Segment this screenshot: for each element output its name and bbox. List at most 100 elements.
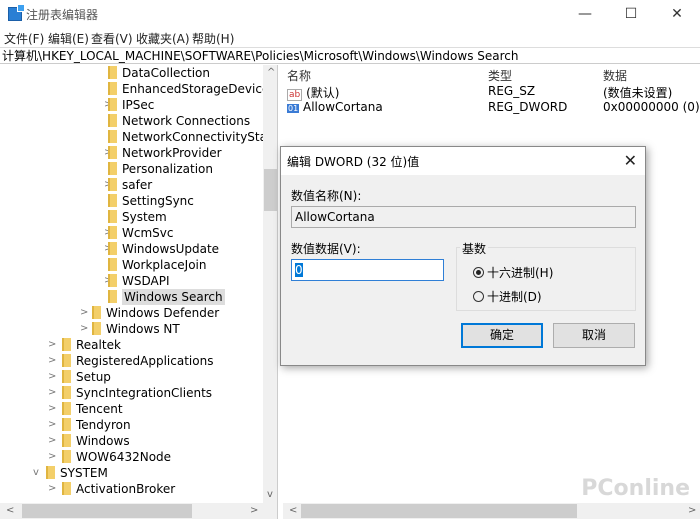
radio-hex[interactable]: 十六进制(H)	[473, 264, 553, 281]
folder-icon	[108, 194, 117, 207]
scroll-right-icon[interactable]: >	[250, 505, 258, 516]
tree-item[interactable]: System	[0, 209, 263, 225]
menu-file[interactable]: 文件(F)	[4, 30, 44, 47]
tree-item[interactable]: EnhancedStorageDevices	[0, 81, 276, 97]
menu-favorites[interactable]: 收藏夹(A)	[136, 30, 190, 47]
column-header-name[interactable]: 名称	[287, 67, 311, 84]
tree-item-label: WOW6432Node	[76, 450, 172, 464]
chevron-right-icon[interactable]: >	[48, 433, 58, 449]
values-hscroll-thumb[interactable]	[301, 504, 577, 518]
chevron-right-icon[interactable]: >	[48, 481, 58, 497]
dialog-title: 编辑 DWORD (32 位)值	[287, 155, 420, 169]
folder-icon	[62, 450, 71, 463]
menu-view[interactable]: 查看(V)	[91, 30, 133, 47]
tree-item[interactable]: Personalization	[0, 161, 263, 177]
maximize-button[interactable]: ☐	[608, 0, 654, 28]
tree-item[interactable]: > Tencent	[0, 401, 263, 417]
binary-value-icon: 01	[287, 104, 300, 113]
folder-icon	[108, 146, 117, 159]
tree-item[interactable]: > Windows	[0, 433, 263, 449]
tree-item-label: Tencent	[76, 402, 123, 416]
value-type: REG_SZ	[488, 84, 536, 98]
tree-item[interactable]: > Windows Defender	[0, 305, 263, 321]
tree-item[interactable]: WorkplaceJoin	[0, 257, 263, 273]
tree-item[interactable]: > SyncIntegrationClients	[0, 385, 263, 401]
value-data: 0x00000000 (0)	[603, 100, 700, 114]
tree-item-label: WSDAPI	[122, 274, 170, 288]
tree-hscroll-thumb[interactable]	[22, 504, 192, 518]
ok-button[interactable]: 确定	[461, 323, 543, 348]
chevron-right-icon[interactable]: >	[48, 401, 58, 417]
tree-item[interactable]: > Realtek	[0, 337, 263, 353]
value-name-field[interactable]: AllowCortana	[291, 206, 636, 228]
values-horizontal-scrollbar[interactable]: < >	[283, 503, 700, 519]
chevron-right-icon[interactable]: >	[80, 321, 90, 337]
tree-item[interactable]: >safer	[0, 177, 263, 193]
tree-item[interactable]: > Setup	[0, 369, 263, 385]
value-data-text: 0	[295, 263, 303, 277]
tree-item[interactable]: > Tendyron	[0, 417, 263, 433]
scroll-up-icon[interactable]: ^	[267, 67, 275, 78]
title-bar: 注册表编辑器 — ☐ ✕	[0, 0, 700, 28]
chevron-right-icon[interactable]: >	[80, 305, 90, 321]
folder-icon	[92, 306, 101, 319]
tree-item[interactable]: v SYSTEM	[0, 465, 263, 481]
menu-help[interactable]: 帮助(H)	[192, 30, 234, 47]
value-data-input[interactable]: 0	[291, 259, 444, 281]
value-data-label: 数值数据(V):	[291, 242, 361, 256]
scroll-left-icon[interactable]: <	[6, 505, 14, 516]
tree-vertical-scrollbar[interactable]: ^ v	[263, 65, 277, 503]
tree-item[interactable]: >WindowsUpdate	[0, 241, 263, 257]
menu-edit[interactable]: 编辑(E)	[48, 30, 89, 47]
scroll-right-icon[interactable]: >	[688, 505, 696, 516]
base-label: 基数	[460, 240, 489, 257]
folder-icon	[108, 130, 117, 143]
tree-item[interactable]: >IPSec	[0, 97, 263, 113]
folder-icon	[108, 66, 117, 79]
cancel-button[interactable]: 取消	[553, 323, 635, 348]
chevron-right-icon[interactable]: >	[48, 369, 58, 385]
tree-item[interactable]: > RegisteredApplications	[0, 353, 263, 369]
tree-item[interactable]: > WOW6432Node	[0, 449, 263, 465]
folder-icon	[108, 226, 117, 239]
pconline-watermark: PConline	[581, 476, 690, 501]
tree-item[interactable]: >WSDAPI	[0, 273, 263, 289]
chevron-right-icon[interactable]: >	[48, 449, 58, 465]
close-button[interactable]: ✕	[654, 0, 700, 28]
minimize-button[interactable]: —	[562, 0, 608, 28]
dialog-close-icon[interactable]: ✕	[624, 151, 637, 170]
tree-item[interactable]: > Windows NT	[0, 321, 263, 337]
tree-item[interactable]: DataCollection	[0, 65, 263, 81]
list-item[interactable]: ab (默认)	[287, 84, 339, 101]
tree-item[interactable]: >NetworkProvider	[0, 145, 263, 161]
tree-item-label: Windows Defender	[106, 306, 220, 320]
column-header-data[interactable]: 数据	[603, 67, 627, 84]
tree-item[interactable]: Windows Search	[0, 289, 263, 305]
tree-item-label: DataCollection	[122, 66, 211, 80]
tree-item[interactable]: > ActivationBroker	[0, 481, 263, 497]
chevron-right-icon[interactable]: >	[48, 337, 58, 353]
tree-item[interactable]: >WcmSvc	[0, 225, 263, 241]
chevron-right-icon[interactable]: >	[48, 385, 58, 401]
address-bar[interactable]: 计算机\HKEY_LOCAL_MACHINE\SOFTWARE\Policies…	[0, 47, 700, 64]
list-item[interactable]: 01 AllowCortana	[287, 100, 383, 114]
folder-icon	[92, 322, 101, 335]
edit-dword-dialog: 编辑 DWORD (32 位)值 ✕ 数值名称(N): AllowCortana…	[280, 146, 646, 366]
tree-item-label: Realtek	[76, 338, 121, 352]
tree-horizontal-scrollbar[interactable]: < >	[0, 503, 277, 519]
tree-item-label: Windows	[76, 434, 130, 448]
scroll-left-icon[interactable]: <	[289, 505, 297, 516]
chevron-right-icon[interactable]: >	[48, 417, 58, 433]
radio-decimal[interactable]: 十进制(D)	[473, 288, 542, 305]
column-header-type[interactable]: 类型	[488, 67, 512, 84]
tree-item[interactable]: NetworkConnectivityStatus	[0, 129, 277, 145]
scroll-down-icon[interactable]: v	[267, 489, 273, 500]
tree-item[interactable]: Network Connections	[0, 113, 263, 129]
chevron-right-icon[interactable]: >	[48, 353, 58, 369]
chevron-down-icon[interactable]: v	[33, 465, 43, 481]
tree-scroll-thumb[interactable]	[264, 169, 277, 211]
tree-item-label: ActivationBroker	[76, 482, 176, 496]
tree-item[interactable]: SettingSync	[0, 193, 263, 209]
tree-item-label: Network Connections	[122, 114, 251, 128]
folder-icon	[108, 274, 117, 287]
